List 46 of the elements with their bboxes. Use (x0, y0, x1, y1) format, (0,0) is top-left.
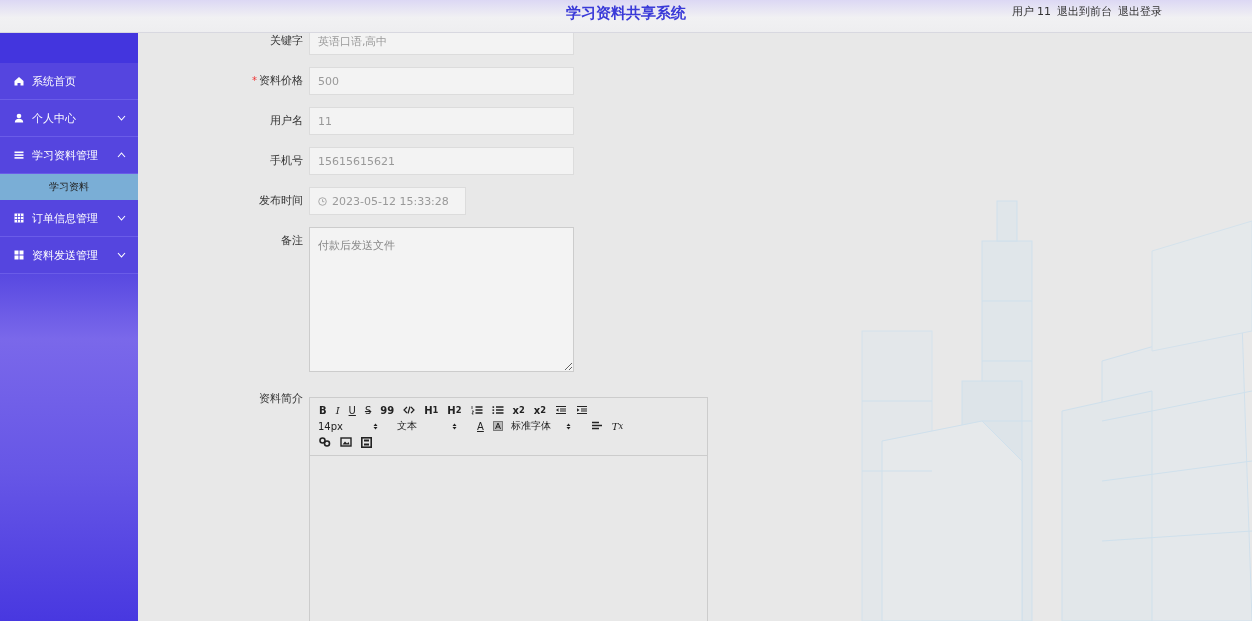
bullet-list-icon[interactable] (491, 405, 504, 415)
toolbar-select[interactable]: 14px (318, 420, 378, 432)
user-label: 用户 11 (1011, 3, 1051, 19)
table-icon (14, 213, 24, 223)
field-label: 用户名 (269, 113, 304, 129)
list-icon (14, 150, 24, 160)
updown-arrow-icon (452, 422, 457, 430)
field-label: 手机号 (269, 153, 304, 169)
image-icon[interactable] (340, 437, 352, 447)
highlight-icon[interactable] (492, 421, 503, 431)
outdent-icon[interactable] (555, 405, 568, 415)
format-button[interactable]: U (347, 404, 357, 416)
updown-arrow-icon (565, 422, 571, 430)
field-label: 关键字 (269, 33, 304, 49)
header-link[interactable]: 退出到前台 (1057, 3, 1112, 19)
format-button[interactable]: 99 (379, 404, 396, 416)
video-icon[interactable] (361, 436, 372, 448)
menu-item[interactable]: 个人中心 (0, 100, 138, 137)
field-label: 资料价格 (259, 74, 303, 87)
format-button[interactable]: I (334, 404, 341, 416)
header-link[interactable]: 退出登录 (1118, 3, 1162, 19)
menu-item[interactable]: 订单信息管理 (0, 200, 138, 237)
field-label: 发布时间 (258, 193, 304, 209)
toolbar-select[interactable]: 文本 (397, 419, 457, 433)
ordered-list-icon[interactable] (470, 405, 483, 415)
menu-item[interactable]: 系统首页 (0, 63, 138, 100)
field-label: 备注 (280, 233, 304, 249)
clock-icon (318, 196, 327, 206)
submenu-item[interactable]: 学习资料 (0, 174, 138, 200)
link-icon[interactable] (319, 437, 331, 447)
menu-item[interactable]: 学习资料管理 (0, 137, 138, 174)
code-icon[interactable] (403, 405, 416, 415)
toolbar-select[interactable]: 标准字体 (510, 419, 571, 433)
app-title: 学习资料共享系统 (565, 4, 687, 23)
home-icon (14, 76, 24, 86)
field-label: 资料简介 (258, 391, 304, 407)
format-button[interactable]: B (318, 404, 328, 416)
align-icon[interactable] (590, 421, 603, 431)
user-icon (14, 113, 24, 123)
indent-icon[interactable] (576, 405, 589, 415)
format-button[interactable]: A (476, 420, 485, 432)
text-area[interactable]: 付款后发送文件 (309, 227, 574, 372)
updown-arrow-icon (373, 422, 378, 430)
tiles-icon (14, 250, 24, 260)
format-button[interactable]: S (363, 404, 373, 416)
required-mark: * (252, 75, 257, 86)
